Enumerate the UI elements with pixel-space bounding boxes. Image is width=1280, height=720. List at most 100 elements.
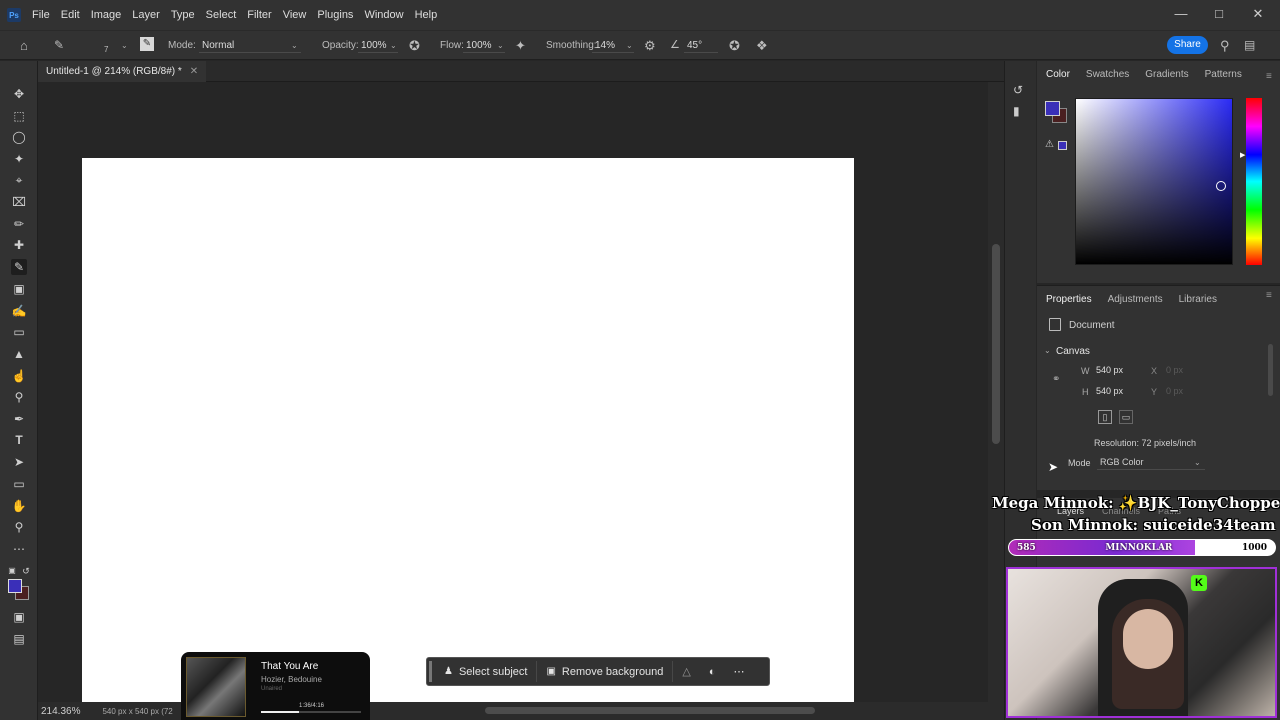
dodge-tool-icon[interactable]: ⚲: [11, 389, 27, 405]
menu-filter[interactable]: Filter: [247, 9, 271, 21]
minnok-bar-label: MINNOKLAR: [1105, 542, 1173, 553]
maximize-icon[interactable]: □: [1209, 5, 1229, 23]
menu-help[interactable]: Help: [415, 9, 438, 21]
tab-properties[interactable]: Properties: [1046, 294, 1092, 314]
marquee-tool-icon[interactable]: ⬚: [11, 108, 27, 124]
brush-preset-icon[interactable]: ✎: [54, 38, 64, 52]
mode-dropdown[interactable]: Normal ⌄: [199, 39, 301, 53]
workspace-icon[interactable]: ▤: [1244, 38, 1255, 52]
document-canvas[interactable]: [82, 158, 854, 702]
hue-slider[interactable]: [1246, 98, 1262, 265]
search-icon[interactable]: ⚲: [1220, 38, 1230, 54]
link-icon[interactable]: ⚭: [1052, 374, 1060, 385]
tab-patterns[interactable]: Patterns: [1205, 69, 1242, 89]
height-field[interactable]: 540 px: [1093, 384, 1139, 399]
landscape-orientation-icon[interactable]: ▭: [1119, 410, 1133, 424]
close-icon[interactable]: ✕: [1248, 5, 1268, 23]
select-subject-button[interactable]: ♟ Select subject: [435, 661, 538, 682]
vertical-scroll-thumb[interactable]: [992, 244, 1000, 444]
brush-settings-icon[interactable]: ✎: [140, 37, 154, 51]
pressure-size-icon[interactable]: ✪: [729, 38, 740, 54]
flow-field[interactable]: 100% ⌄: [463, 39, 505, 53]
frame-tool-icon[interactable]: ⌧: [11, 194, 27, 210]
eyedropper-tool-icon[interactable]: ✏: [11, 216, 27, 232]
object-selection-tool-icon[interactable]: ✦: [11, 151, 27, 167]
tab-swatches[interactable]: Swatches: [1086, 69, 1129, 89]
menu-view[interactable]: View: [283, 9, 307, 21]
paint-bucket-tool-icon[interactable]: ▲: [11, 346, 27, 362]
tab-adjustments[interactable]: Adjustments: [1108, 294, 1163, 314]
menu-select[interactable]: Select: [206, 9, 237, 21]
x-field[interactable]: 0 px: [1163, 363, 1209, 378]
generative-fill-icon[interactable]: △: [673, 661, 699, 682]
menu-window[interactable]: Window: [364, 9, 403, 21]
eraser-tool-icon[interactable]: ▭: [11, 324, 27, 340]
rectangle-tool-icon[interactable]: ▭: [11, 476, 27, 492]
panel-menu-icon[interactable]: ≡: [1266, 290, 1272, 301]
more-tools-icon[interactable]: ⋯: [11, 541, 27, 557]
properties-scroll-thumb[interactable]: [1268, 344, 1273, 396]
hand-tool-icon[interactable]: ✋: [11, 498, 27, 514]
remove-background-button[interactable]: ▣ Remove background: [537, 661, 674, 682]
zoom-tool-icon[interactable]: ⚲: [11, 519, 27, 535]
tab-color[interactable]: Color: [1046, 69, 1070, 89]
foreground-color-swatch[interactable]: [1045, 101, 1060, 116]
airbrush-icon[interactable]: ✦: [515, 38, 526, 54]
swap-colors-icon[interactable]: ↺: [21, 563, 31, 579]
color-picker-field[interactable]: [1075, 98, 1233, 265]
healing-brush-tool-icon[interactable]: ✚: [11, 237, 27, 253]
share-button[interactable]: Share: [1167, 36, 1208, 54]
color-picker-ring[interactable]: [1216, 181, 1226, 191]
chevron-down-icon[interactable]: ⌄: [1044, 346, 1051, 355]
foreground-color-swatch[interactable]: [8, 579, 22, 593]
adjustment-icon[interactable]: ◐: [700, 661, 725, 682]
lasso-tool-icon[interactable]: ◯: [11, 129, 27, 145]
smoothing-field[interactable]: 14% ⌄: [592, 39, 634, 53]
menu-image[interactable]: Image: [91, 9, 122, 21]
quick-mask-icon[interactable]: ▣: [11, 609, 27, 625]
menu-edit[interactable]: Edit: [61, 9, 80, 21]
default-colors-icon[interactable]: ▣: [7, 563, 17, 579]
document-tab[interactable]: Untitled-1 @ 214% (RGB/8#) * ✕: [38, 61, 207, 82]
move-tool-icon[interactable]: ✥: [11, 86, 27, 102]
comment-icon[interactable]: ▮: [1013, 104, 1020, 118]
symmetry-icon[interactable]: ❖: [756, 38, 768, 54]
width-field[interactable]: 540 px: [1093, 363, 1139, 378]
gear-icon[interactable]: ⚙: [644, 38, 656, 54]
zoom-level[interactable]: 214.36%: [41, 706, 80, 717]
select-subject-label: Select subject: [458, 665, 528, 678]
menu-plugins[interactable]: Plugins: [317, 9, 353, 21]
clone-stamp-tool-icon[interactable]: ▣: [11, 281, 27, 297]
smudge-tool-icon[interactable]: ☝: [11, 368, 27, 384]
tab-gradients[interactable]: Gradients: [1145, 69, 1188, 89]
pen-tool-icon[interactable]: ✒: [11, 411, 27, 427]
brush-tool-icon[interactable]: ✎: [11, 259, 27, 275]
tab-libraries[interactable]: Libraries: [1179, 294, 1217, 314]
hue-slider-handle[interactable]: ▶: [1240, 151, 1245, 159]
document-info[interactable]: 540 px x 540 px (72 ppi): [102, 707, 174, 716]
close-tab-icon[interactable]: ✕: [190, 66, 198, 77]
menu-layer[interactable]: Layer: [132, 9, 160, 21]
screen-mode-icon[interactable]: ▤: [11, 631, 27, 647]
portrait-orientation-icon[interactable]: ▯: [1098, 410, 1112, 424]
opacity-field[interactable]: 100% ⌄: [358, 39, 398, 53]
angle-field[interactable]: 45°: [684, 39, 718, 53]
more-options-icon[interactable]: ⋯: [725, 661, 754, 682]
web-safe-swatch[interactable]: [1058, 141, 1067, 150]
menu-file[interactable]: File: [32, 9, 50, 21]
menu-type[interactable]: Type: [171, 9, 195, 21]
crop-tool-icon[interactable]: ⌖: [11, 172, 27, 188]
y-field[interactable]: 0 px: [1163, 384, 1209, 399]
horizontal-scroll-thumb[interactable]: [485, 707, 815, 714]
history-brush-tool-icon[interactable]: ✍: [11, 303, 27, 319]
panel-menu-icon[interactable]: ≡: [1266, 71, 1272, 82]
type-tool-icon[interactable]: T: [11, 432, 27, 448]
history-icon[interactable]: ↺: [1013, 83, 1023, 97]
path-selection-tool-icon[interactable]: ➤: [11, 454, 27, 470]
home-icon[interactable]: ⌂: [20, 38, 28, 53]
chevron-down-icon[interactable]: ⌄: [121, 41, 128, 50]
pressure-opacity-icon[interactable]: ✪: [409, 38, 420, 54]
width-label: W: [1081, 366, 1090, 376]
minimize-icon[interactable]: —: [1171, 5, 1191, 23]
color-mode-dropdown[interactable]: RGB Color ⌄: [1097, 455, 1205, 470]
